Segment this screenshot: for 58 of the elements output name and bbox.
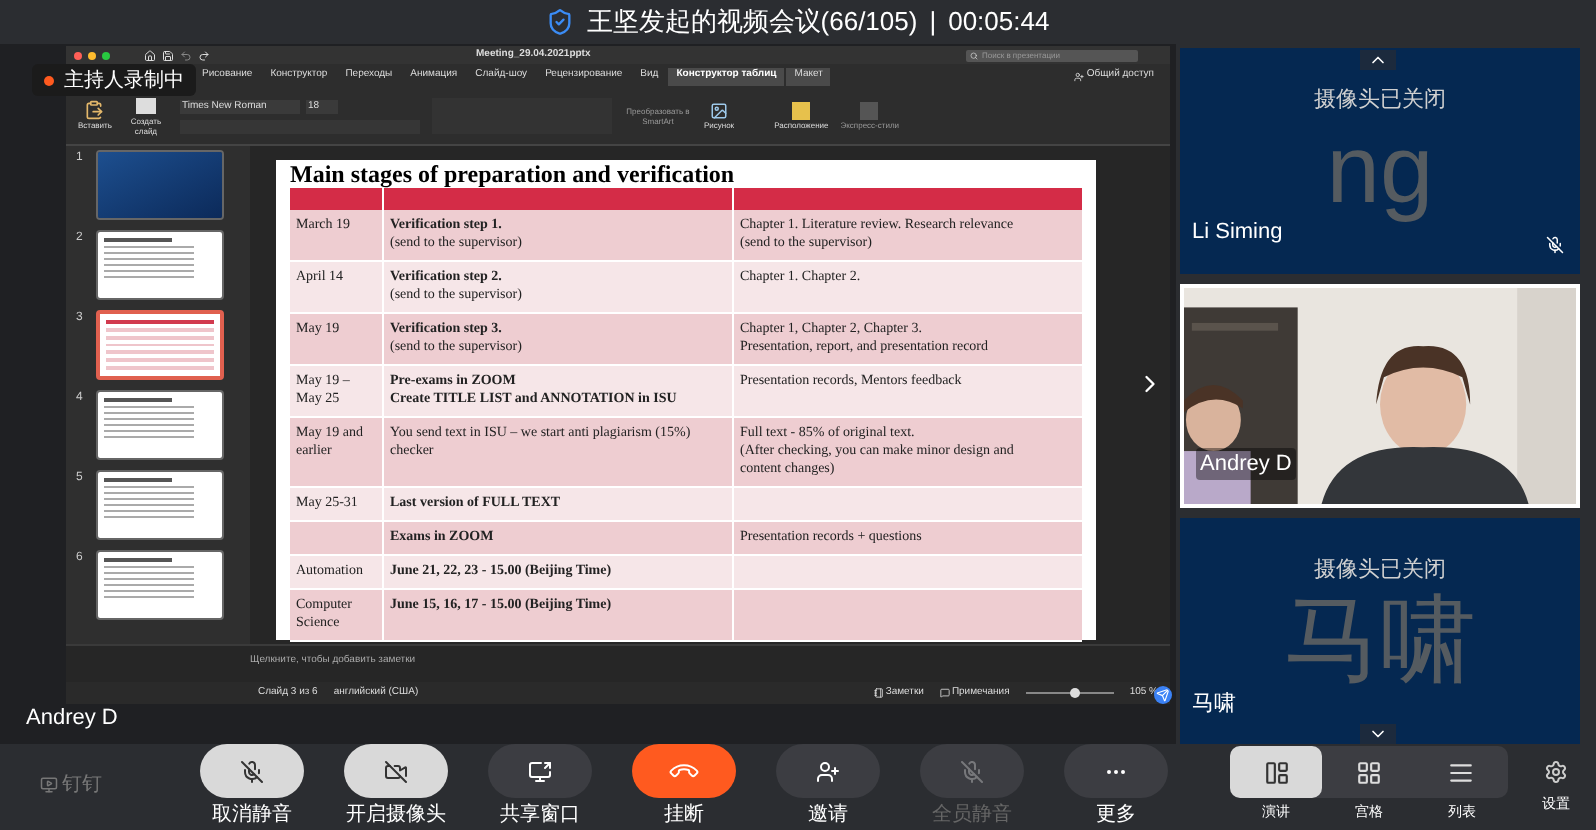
speaker-layout-icon bbox=[1263, 759, 1290, 785]
comment-icon bbox=[939, 688, 950, 698]
view-tab[interactable] bbox=[1230, 746, 1323, 798]
meeting-timer: 00:05:44 bbox=[948, 4, 1050, 41]
search-icon bbox=[970, 51, 978, 59]
control-button[interactable] bbox=[200, 744, 304, 798]
slide-thumbnail[interactable] bbox=[96, 310, 224, 380]
notes-icon bbox=[873, 688, 884, 698]
control-label: 挂断 bbox=[664, 804, 704, 828]
slide-thumbnail[interactable] bbox=[96, 550, 224, 620]
control-label: 共享窗口 bbox=[500, 804, 580, 828]
presenter-name: Andrey D bbox=[26, 703, 118, 733]
send-icon[interactable] bbox=[1154, 686, 1172, 704]
slide-thumbnail[interactable] bbox=[96, 390, 224, 460]
home-icon[interactable] bbox=[144, 49, 156, 61]
logo-icon bbox=[40, 776, 58, 794]
control-button[interactable] bbox=[344, 744, 448, 798]
control-label: 全员静音 bbox=[932, 804, 1012, 828]
camera-off-text: 摄像头已关闭 bbox=[1314, 88, 1446, 114]
add-user-icon bbox=[1074, 71, 1085, 81]
mic-off-icon bbox=[240, 759, 264, 783]
participant-tile[interactable]: 摄像头已关闭 ng Li Siming bbox=[1180, 48, 1580, 274]
participant-name: 马啸 bbox=[1192, 689, 1236, 720]
slide-thumbnail[interactable] bbox=[96, 150, 224, 220]
control-button[interactable] bbox=[632, 744, 736, 798]
slide-thumbnail[interactable] bbox=[96, 470, 224, 540]
list-icon bbox=[1448, 759, 1475, 785]
camera-off-icon bbox=[384, 759, 408, 783]
meeting-title: 王坚发起的视频会议(66/105) bbox=[586, 4, 918, 41]
grid-icon bbox=[1355, 759, 1382, 785]
security-shield-icon bbox=[546, 8, 575, 36]
slide-thumbnail[interactable] bbox=[96, 230, 224, 300]
control-button[interactable] bbox=[488, 744, 592, 798]
save-icon[interactable] bbox=[162, 49, 174, 61]
scroll-up-icon[interactable] bbox=[1360, 50, 1396, 70]
redo-icon[interactable] bbox=[198, 49, 210, 61]
mic-off-icon bbox=[960, 759, 984, 783]
participant-tile[interactable]: 摄像头已关闭 马啸 马啸 bbox=[1180, 518, 1580, 745]
dingtalk-logo: 钉钉 bbox=[0, 744, 180, 800]
control-label: 取消静音 bbox=[212, 804, 292, 828]
recording-badge: 主持人录制中 bbox=[32, 64, 196, 96]
slide-title: Main stages of preparation and verification bbox=[290, 160, 737, 188]
control-label: 邀请 bbox=[808, 804, 848, 828]
screen-share-icon bbox=[528, 759, 552, 783]
avatar-text: ng bbox=[1326, 124, 1434, 220]
control-label: 更多 bbox=[1096, 804, 1136, 828]
camera-off-text: 摄像头已关闭 bbox=[1314, 558, 1446, 585]
control-label: 开启摄像头 bbox=[346, 804, 446, 828]
control-button[interactable] bbox=[776, 744, 880, 798]
settings-icon bbox=[1544, 760, 1568, 784]
separator: | bbox=[929, 4, 937, 41]
add-user-icon bbox=[816, 759, 840, 783]
undo-icon[interactable] bbox=[180, 49, 192, 61]
scroll-down-icon[interactable] bbox=[1360, 724, 1396, 744]
clipboard-icon bbox=[84, 100, 105, 120]
avatar-text: 马啸 bbox=[1284, 594, 1476, 691]
participant-name: Li Siming bbox=[1192, 218, 1283, 249]
image-icon bbox=[710, 101, 729, 119]
